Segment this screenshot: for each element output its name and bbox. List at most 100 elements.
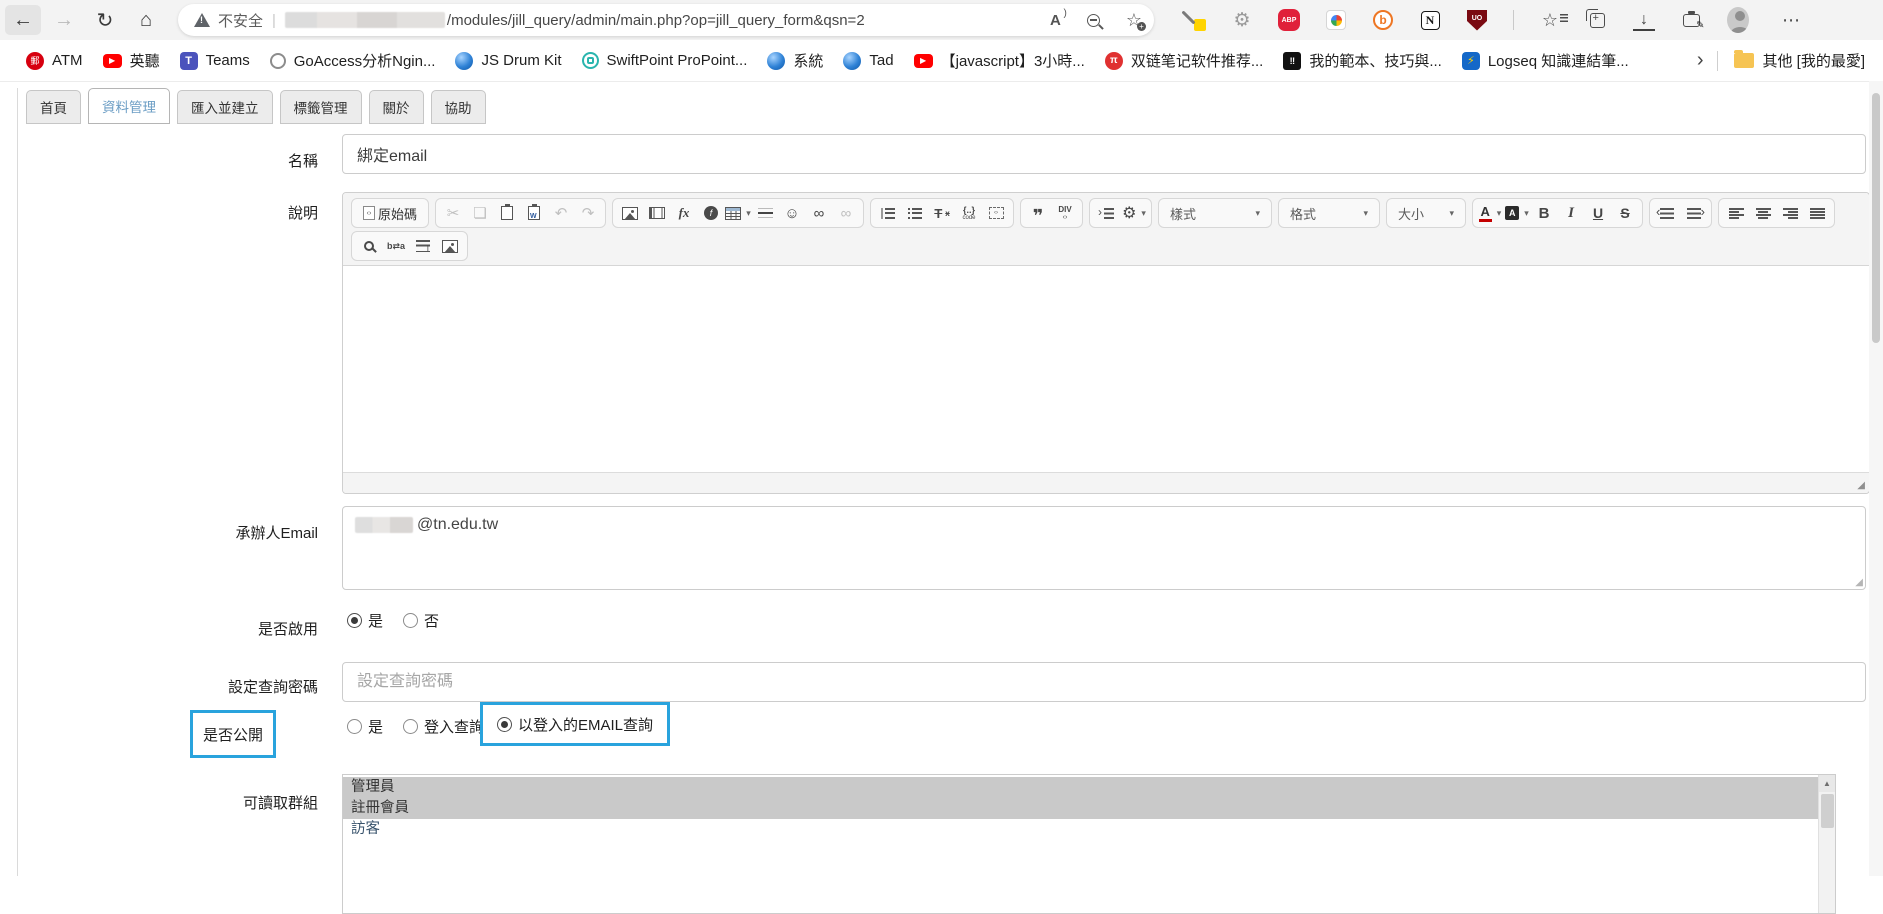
- remove-format-button[interactable]: Tx: [929, 200, 955, 226]
- underline-button[interactable]: U: [1585, 200, 1611, 226]
- code-block-button[interactable]: ‹›: [983, 200, 1009, 226]
- font-size-combo[interactable]: 大小▾: [1391, 200, 1461, 226]
- tab-about[interactable]: 關於: [369, 90, 424, 124]
- enabled-option-no[interactable]: 否: [403, 610, 439, 631]
- source-button[interactable]: ‹›原始碼: [356, 200, 424, 226]
- bookmark-teams[interactable]: TTeams: [170, 47, 260, 75]
- favorites-bar-icon[interactable]: ☆: [1539, 9, 1561, 31]
- name-input[interactable]: [342, 134, 1866, 174]
- eyedropper-extension-icon[interactable]: [1184, 9, 1206, 31]
- public-option-yes[interactable]: 是: [347, 716, 383, 737]
- format-combo[interactable]: 格式▾: [1283, 200, 1375, 226]
- select-all-button[interactable]: [410, 233, 436, 259]
- tab-import-create[interactable]: 匯入並建立: [177, 90, 273, 124]
- editor-content-area[interactable]: [343, 266, 1869, 472]
- listbox-scroll-thumb[interactable]: [1821, 794, 1834, 828]
- home-button[interactable]: ⌂: [128, 5, 164, 35]
- contact-email-textarea[interactable]: @tn.edu.tw ◢: [342, 506, 1866, 590]
- listbox-scrollbar[interactable]: ▲: [1818, 775, 1835, 913]
- gear-extension-icon[interactable]: ⚙: [1231, 9, 1253, 31]
- replace-button[interactable]: b⇄a: [383, 233, 409, 259]
- horizontal-rule-button[interactable]: [752, 200, 778, 226]
- query-password-input[interactable]: [342, 662, 1866, 702]
- insert-media-button[interactable]: [644, 200, 670, 226]
- find-button[interactable]: [356, 233, 382, 259]
- public-option-email-query[interactable]: 以登入的EMAIL查詢: [497, 714, 653, 735]
- tab-home[interactable]: 首頁: [26, 90, 81, 124]
- blockquote-button[interactable]: ❞: [1025, 200, 1051, 226]
- ublock-origin-icon[interactable]: UO: [1467, 10, 1487, 31]
- page-scroll-thumb[interactable]: [1872, 93, 1880, 343]
- bookmark-system[interactable]: 系統: [757, 45, 833, 76]
- align-center-button[interactable]: [1750, 200, 1776, 226]
- browser-menu-icon[interactable]: ⋯: [1782, 10, 1800, 31]
- image-browse-button[interactable]: [437, 233, 463, 259]
- page-scrollbar[interactable]: [1869, 81, 1883, 876]
- read-aloud-icon[interactable]: A: [1050, 12, 1061, 29]
- tab-tag-management[interactable]: 標籤管理: [280, 90, 362, 124]
- readable-groups-listbox[interactable]: 管理員 註冊會員 訪客 ▲: [342, 774, 1836, 914]
- ordered-list-button[interactable]: [875, 200, 901, 226]
- radio-checked-icon[interactable]: [347, 613, 362, 628]
- adblock-plus-icon[interactable]: ABP: [1278, 9, 1300, 31]
- editor-settings-button[interactable]: ⚙▾: [1121, 200, 1147, 226]
- tab-help[interactable]: 協助: [431, 90, 486, 124]
- bookmark-javascript-course[interactable]: ▶【javascript】3小時...: [904, 45, 1095, 76]
- back-button[interactable]: ←: [5, 5, 41, 35]
- other-favorites-folder[interactable]: 其他 [我的最愛]: [1724, 45, 1875, 76]
- collections-icon[interactable]: [1590, 13, 1605, 28]
- bookmark-swiftpoint[interactable]: SwiftPoint ProPoint...: [572, 47, 758, 74]
- link-button[interactable]: ∞: [806, 200, 832, 226]
- add-favorite-icon[interactable]: ☆+: [1126, 11, 1142, 29]
- tab-data-management[interactable]: 資料管理: [88, 88, 170, 124]
- italic-button[interactable]: I: [1558, 200, 1584, 226]
- align-left-button[interactable]: [1723, 200, 1749, 226]
- table-button[interactable]: ▾: [725, 200, 751, 226]
- smiley-button[interactable]: ☺: [779, 200, 805, 226]
- bullet-list-button[interactable]: [902, 200, 928, 226]
- redo-button[interactable]: ↷: [575, 200, 601, 226]
- background-color-button[interactable]: A▾: [1504, 200, 1530, 226]
- refresh-button[interactable]: ↻: [87, 5, 123, 35]
- cut-button[interactable]: ✂: [440, 200, 466, 226]
- radio-checked-icon[interactable]: [497, 717, 512, 732]
- bookmark-my-templates[interactable]: ‼我的範本、技巧與...: [1273, 45, 1452, 76]
- group-option-guest[interactable]: 訪客: [343, 819, 1818, 840]
- chrome-photos-extension-icon[interactable]: [1326, 10, 1346, 30]
- radio-unchecked-icon[interactable]: [347, 719, 362, 734]
- bookmark-atm[interactable]: 郵ATM: [16, 47, 93, 75]
- math-formula-button[interactable]: fx: [671, 200, 697, 226]
- code-snippet-button[interactable]: {..}code: [956, 200, 982, 226]
- profile-avatar[interactable]: [1727, 7, 1749, 33]
- text-color-button[interactable]: A▾: [1477, 200, 1503, 226]
- scroll-up-arrow-icon[interactable]: ▲: [1819, 775, 1835, 792]
- public-option-login-query[interactable]: 登入查詢: [403, 716, 484, 737]
- bookmark-tad[interactable]: Tad: [833, 47, 903, 75]
- textarea-resize-grip[interactable]: ◢: [1855, 577, 1863, 588]
- flash-button[interactable]: f: [698, 200, 724, 226]
- undo-button[interactable]: ↶: [548, 200, 574, 226]
- bold-button[interactable]: B: [1531, 200, 1557, 226]
- bookmark-goaccess[interactable]: GoAccess分析Ngin...: [260, 45, 446, 76]
- bookmark-js-drum-kit[interactable]: JS Drum Kit: [445, 47, 571, 75]
- group-option-registered[interactable]: 註冊會員: [343, 798, 1818, 819]
- b-extension-icon[interactable]: b: [1373, 10, 1393, 30]
- unlink-button[interactable]: ∞: [833, 200, 859, 226]
- downloads-icon[interactable]: ↓: [1633, 9, 1655, 31]
- web-capture-icon[interactable]: [1683, 14, 1700, 27]
- copy-button[interactable]: ❏: [467, 200, 493, 226]
- forward-button[interactable]: →: [46, 5, 82, 35]
- indent-button[interactable]: [1681, 200, 1707, 226]
- align-right-button[interactable]: [1777, 200, 1803, 226]
- paste-button[interactable]: [494, 200, 520, 226]
- radio-unchecked-icon[interactable]: [403, 719, 418, 734]
- zoom-out-icon[interactable]: [1087, 14, 1100, 27]
- create-div-button[interactable]: DIV‹›: [1052, 200, 1078, 226]
- enabled-option-yes[interactable]: 是: [347, 610, 383, 631]
- paste-from-word-button[interactable]: [521, 200, 547, 226]
- align-justify-button[interactable]: [1804, 200, 1830, 226]
- bookmark-bidirectional-notes[interactable]: π双链笔记软件推荐...: [1095, 45, 1274, 76]
- address-bar[interactable]: 不安全 | /modules/jill_query/admin/main.php…: [178, 4, 1154, 36]
- outdent-button[interactable]: [1654, 200, 1680, 226]
- insert-image-button[interactable]: [617, 200, 643, 226]
